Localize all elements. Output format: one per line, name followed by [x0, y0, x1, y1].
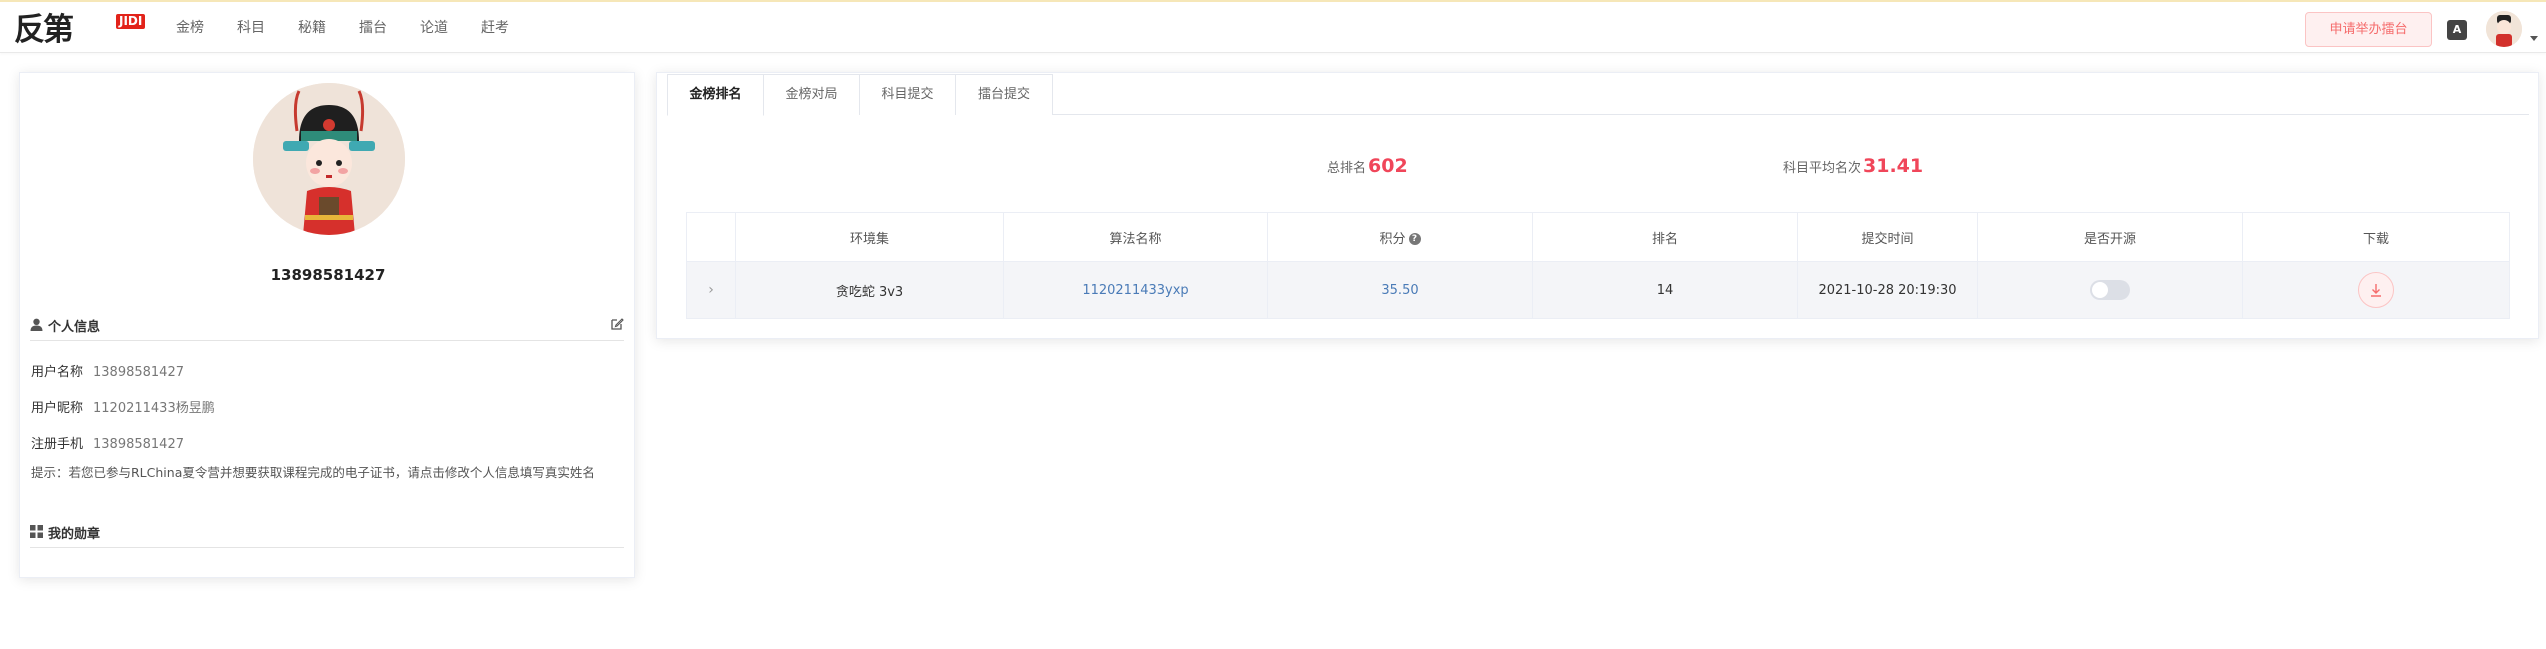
certificate-tip: 提示：若您已参与RLChina夏令营并想要获取课程完成的电子证书，请点击修改个人… — [31, 465, 595, 480]
info-label: 注册手机 — [31, 437, 84, 452]
average-rank-stat: 科目平均名次 31.41 — [1783, 155, 1923, 177]
info-row-phone: 注册手机 13898581427 — [31, 436, 184, 454]
average-rank-value: 31.41 — [1863, 155, 1924, 177]
algo-name-link[interactable]: 1120211433yxp — [1003, 261, 1268, 319]
nav-item-exam[interactable]: 赶考 — [481, 2, 509, 55]
open-source-cell — [1977, 261, 2243, 319]
nav-item-guides[interactable]: 秘籍 — [298, 2, 326, 55]
user-avatar[interactable] — [2486, 11, 2522, 47]
average-rank-label: 科目平均名次 — [1783, 161, 1862, 176]
download-button[interactable] — [2358, 272, 2394, 308]
personal-info-title: 个人信息 — [48, 320, 101, 335]
info-label: 用户名称 — [31, 365, 84, 380]
profile-avatar — [253, 83, 405, 235]
tab-matches[interactable]: 金榜对局 — [763, 74, 860, 115]
table-header-row: 环境集 算法名称 积分? 排名 提交时间 是否开源 下载 — [686, 212, 2510, 262]
apply-arena-button[interactable]: 申请举办擂台 — [2305, 12, 2432, 47]
rank-cell: 14 — [1532, 261, 1798, 319]
score-link[interactable]: 35.50 — [1267, 261, 1533, 319]
nav-item-subjects[interactable]: 科目 — [237, 2, 265, 55]
site-logo[interactable]: 反第 JIDI — [14, 10, 146, 48]
avatar-icon — [2486, 11, 2522, 47]
user-icon — [30, 318, 43, 331]
download-icon — [2371, 284, 2381, 297]
profile-card: 13898581427 个人信息 用户名称 13898581427 用户昵称 112… — [19, 72, 635, 578]
info-row-nickname: 用户昵称 1120211433杨昱鹏 — [31, 400, 215, 418]
time-cell: 2021-10-28 20:19:30 — [1797, 261, 1978, 319]
nav-item-forum[interactable]: 论道 — [420, 2, 448, 55]
table-row: › 贪吃蛇 3v3 1120211433yxp 35.50 14 2021-10… — [686, 261, 2510, 319]
tab-arena-submissions[interactable]: 擂台提交 — [955, 74, 1053, 115]
column-header-time: 提交时间 — [1797, 212, 1978, 262]
medals-title: 我的勋章 — [48, 527, 101, 542]
column-header-open-source: 是否开源 — [1977, 212, 2243, 262]
help-icon[interactable]: ? — [1408, 233, 1421, 245]
column-header-download: 下载 — [2242, 212, 2510, 262]
chevron-right-icon[interactable]: › — [708, 282, 714, 298]
info-label: 用户昵称 — [31, 401, 84, 416]
column-header-score: 积分? — [1267, 212, 1533, 262]
logo-text: 反第 — [14, 12, 74, 48]
column-header-env: 环境集 — [735, 212, 1004, 262]
nav-item-arena[interactable]: 擂台 — [359, 2, 387, 55]
avatar-dropdown-icon[interactable] — [2530, 36, 2538, 41]
score-header-label: 积分 — [1379, 231, 1406, 247]
rankings-table: 环境集 算法名称 积分? 排名 提交时间 是否开源 下载 › 贪吃蛇 3v3 1… — [686, 212, 2510, 319]
edit-icon[interactable] — [610, 317, 624, 331]
tab-rankings[interactable]: 金榜排名 — [667, 74, 764, 116]
opera-figure-avatar-icon — [253, 83, 405, 235]
expand-row-cell[interactable]: › — [686, 261, 736, 319]
language-icon[interactable]: A — [2447, 20, 2467, 40]
info-row-username: 用户名称 13898581427 — [31, 364, 184, 382]
info-value: 13898581427 — [93, 437, 184, 452]
personal-info-header: 个人信息 — [30, 311, 624, 341]
total-rank-stat: 总排名 602 — [1327, 155, 1408, 177]
logo-badge: JIDI — [116, 14, 146, 29]
profile-username: 13898581427 — [270, 266, 386, 284]
nav-item-rankings[interactable]: 金榜 — [176, 2, 204, 55]
env-cell: 贪吃蛇 3v3 — [735, 261, 1004, 319]
tab-bar: 金榜排名 金榜对局 科目提交 擂台提交 — [667, 74, 2529, 116]
main-nav: 金榜 科目 秘籍 擂台 论道 赶考 — [176, 2, 542, 55]
top-navbar: 反第 JIDI 金榜 科目 秘籍 擂台 论道 赶考 申请举办擂台 A — [0, 0, 2546, 53]
total-rank-value: 602 — [1368, 155, 1408, 177]
download-cell — [2242, 261, 2510, 319]
tab-subject-submissions[interactable]: 科目提交 — [859, 74, 956, 115]
medals-header: 我的勋章 — [30, 518, 624, 548]
rankings-card: 金榜排名 金榜对局 科目提交 擂台提交 总排名 602 科目平均名次 31.41 环… — [656, 72, 2539, 339]
grid-icon — [30, 525, 43, 538]
info-value: 13898581427 — [93, 365, 184, 380]
total-rank-label: 总排名 — [1327, 161, 1367, 176]
open-source-toggle[interactable] — [2090, 280, 2130, 300]
column-header-algo: 算法名称 — [1003, 212, 1268, 262]
column-header-rank: 排名 — [1532, 212, 1798, 262]
column-header-expand — [686, 212, 736, 262]
info-value: 1120211433杨昱鹏 — [93, 401, 215, 416]
